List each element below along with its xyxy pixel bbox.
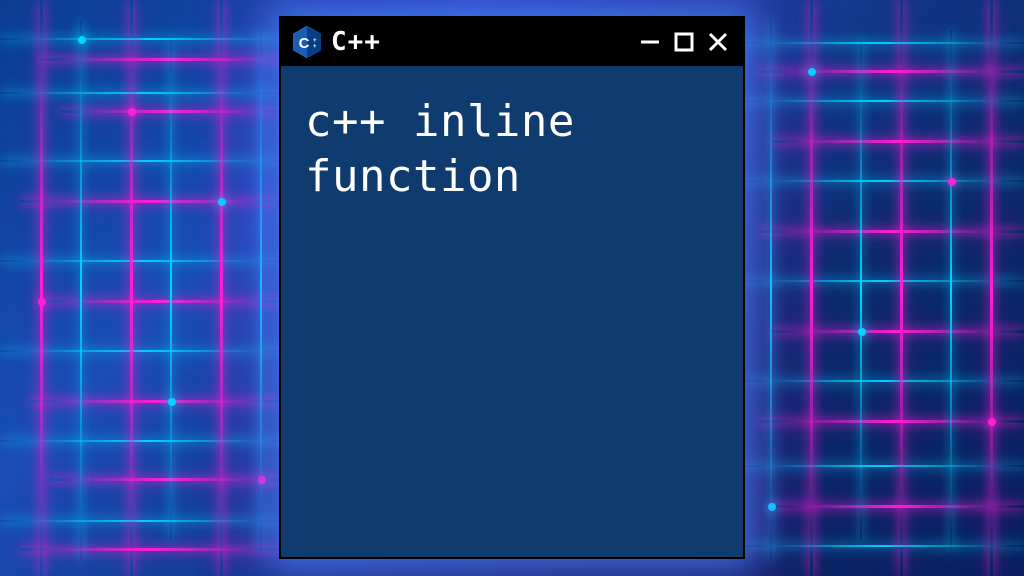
cpp-logo-icon: C + + [293,26,321,58]
window-controls [637,29,731,55]
titlebar[interactable]: C + + C++ [281,18,743,66]
content-line-2: function [305,149,719,204]
svg-text:+: + [313,44,317,50]
window-title: C++ [331,27,627,57]
minimize-button[interactable] [637,29,663,55]
content-line-1: c++ inline [305,94,719,149]
terminal-content: c++ inline function [281,66,743,232]
close-button[interactable] [705,29,731,55]
terminal-window: C + + C++ c++ inline function [279,16,745,559]
svg-text:C: C [299,35,310,52]
maximize-button[interactable] [671,29,697,55]
